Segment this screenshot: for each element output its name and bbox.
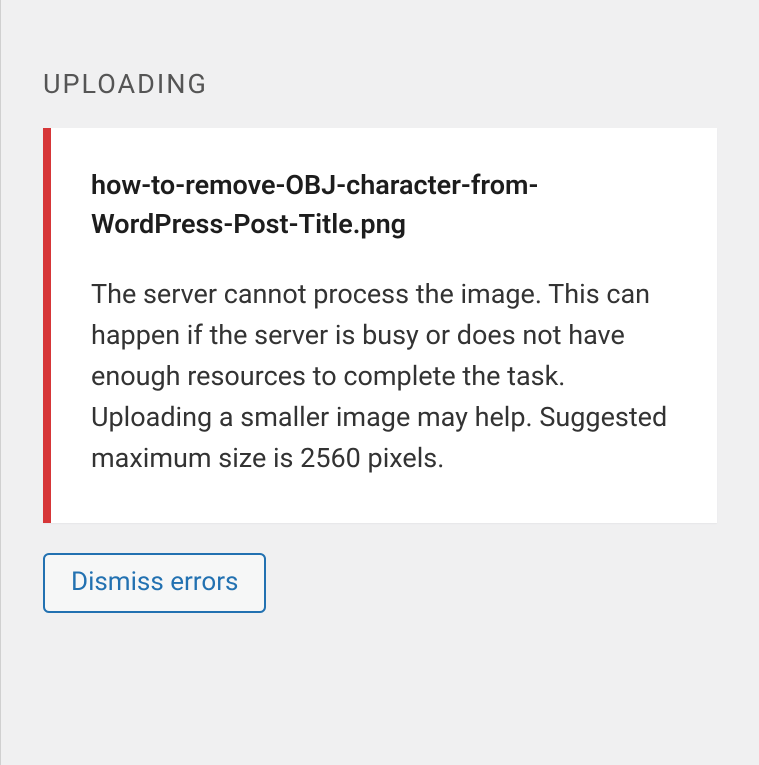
upload-error-card: how-to-remove-OBJ-character-from-WordPre… xyxy=(43,128,717,523)
error-message: The server cannot process the image. Thi… xyxy=(91,274,677,479)
dismiss-errors-button[interactable]: Dismiss errors xyxy=(43,553,266,612)
uploading-heading: UPLOADING xyxy=(43,68,717,100)
error-filename: how-to-remove-OBJ-character-from-WordPre… xyxy=(91,166,677,244)
